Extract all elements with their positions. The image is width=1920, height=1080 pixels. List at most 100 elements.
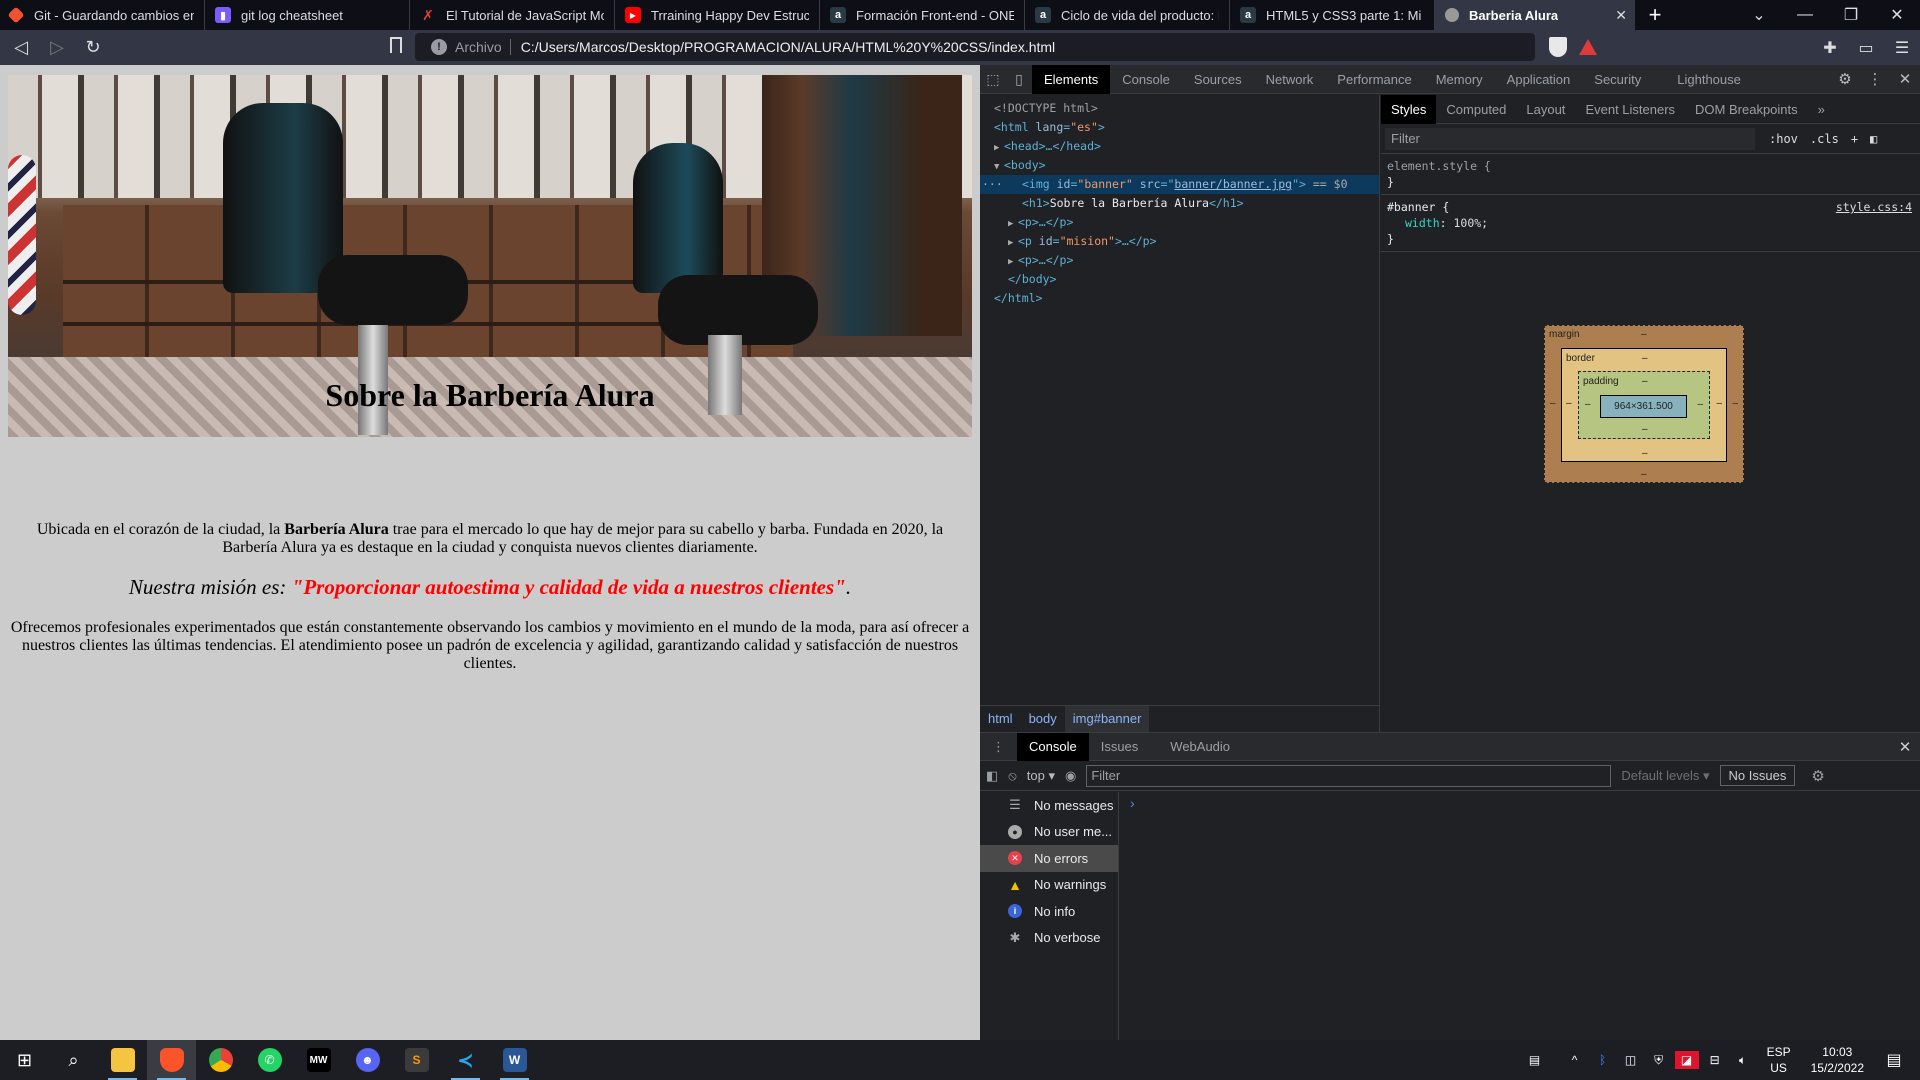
taskbar-word[interactable]: W	[490, 1040, 539, 1080]
tab-elements[interactable]: Elements	[1032, 64, 1111, 94]
tab-git-log[interactable]: ▮ git log cheatsheet	[205, 0, 410, 30]
tab-dom-breakpoints[interactable]: DOM Breakpoints	[1685, 95, 1808, 124]
wallet-icon[interactable]: ▭	[1848, 38, 1884, 58]
context-selector[interactable]: top ▾	[1027, 768, 1055, 784]
restore-icon[interactable]: ❐	[1828, 0, 1874, 30]
toggle-sidebar-icon[interactable]: ◧	[1870, 132, 1877, 146]
styles-filter-input[interactable]: Filter	[1385, 127, 1755, 150]
dom-img-banner-selected[interactable]: ··· <img id="banner" src="banner/banner.j…	[980, 175, 1379, 194]
info-icon[interactable]: !	[431, 39, 447, 55]
brave-shield-icon[interactable]	[1549, 37, 1567, 57]
dom-p-mision[interactable]: ▶ <p id="mision">…</p>	[980, 232, 1379, 251]
dom-html-close[interactable]: </html>	[980, 289, 1379, 308]
console-prompt-icon[interactable]: ›	[1130, 795, 1135, 811]
taskbar-whatsapp[interactable]: ✆	[245, 1040, 294, 1080]
show-sidebar-icon[interactable]: ◧	[986, 768, 998, 784]
tab-youtube[interactable]: ▶ Trraining Happy Dev Estructura 2	[615, 0, 820, 30]
start-button[interactable]: ⊞	[0, 1040, 49, 1080]
live-expression-eye-icon[interactable]: ◉	[1065, 768, 1076, 784]
hov-toggle[interactable]: :hov	[1769, 132, 1798, 146]
console-settings-gear-icon[interactable]: ⚙	[1811, 767, 1824, 785]
address-bar[interactable]: ! Archivo C:/Users/Marcos/Desktop/PROGRA…	[415, 33, 1597, 61]
device-toolbar-icon[interactable]: ▯	[1006, 71, 1032, 88]
element-style-rule[interactable]: element.style { }	[1381, 154, 1920, 195]
tab-styles[interactable]: Styles	[1381, 94, 1437, 124]
reload-icon[interactable]: ↻	[78, 33, 108, 63]
tab-lighthouse[interactable]: Lighthouse	[1653, 65, 1765, 94]
new-tab-button[interactable]: +	[1635, 0, 1675, 30]
network-icon[interactable]: ⊟	[1703, 1053, 1727, 1067]
taskbar-chrome[interactable]	[196, 1040, 245, 1080]
tab-layout[interactable]: Layout	[1516, 95, 1575, 124]
search-button[interactable]: ⌕	[49, 1040, 98, 1080]
style-source-link[interactable]: style.css:4	[1836, 199, 1912, 215]
close-devtools-icon[interactable]: ✕	[1890, 70, 1920, 88]
drawer-tab-issues[interactable]: Issues	[1089, 733, 1151, 761]
tab-performance[interactable]: Performance	[1325, 65, 1423, 94]
img-src-link[interactable]: banner/banner.jpg	[1174, 177, 1292, 191]
amd-icon[interactable]: ◪	[1674, 1051, 1699, 1069]
volume-icon[interactable]: 🔈︎	[1731, 1053, 1755, 1068]
dom-h1[interactable]: <h1>Sobre la Barbería Alura</h1>	[980, 194, 1379, 213]
menu-icon[interactable]: ☰	[1884, 38, 1920, 58]
sidebar-item-errors[interactable]: ✕ No errors	[980, 845, 1118, 872]
close-drawer-icon[interactable]: ✕	[1890, 738, 1920, 756]
taskbar-sublime[interactable]: S	[392, 1040, 441, 1080]
forward-icon[interactable]: ▷	[42, 33, 72, 63]
tab-event-listeners[interactable]: Event Listeners	[1575, 95, 1685, 124]
drawer-tab-console[interactable]: Console	[1017, 732, 1089, 761]
breadcrumb-body[interactable]: body	[1021, 706, 1065, 732]
clear-console-icon[interactable]: ⦸	[1008, 768, 1016, 784]
inspect-element-icon[interactable]: ⬚	[980, 71, 1006, 88]
close-window-icon[interactable]: ✕	[1874, 0, 1920, 30]
url-text[interactable]: C:/Users/Marcos/Desktop/PROGRAMACION/ALU…	[521, 39, 1055, 55]
tab-alura-ciclo[interactable]: a Ciclo de vida del producto: Proy	[1025, 0, 1230, 30]
banner-style-rule[interactable]: #banner { width: 100%; } style.css:4	[1381, 195, 1920, 252]
notifications-icon[interactable]: ▤	[1882, 1050, 1906, 1070]
tab-javascript-info[interactable]: ✗ El Tutorial de JavaScript Modern	[410, 0, 615, 30]
tab-security[interactable]: Security	[1582, 65, 1653, 94]
dom-html[interactable]: <html lang="es">	[980, 118, 1379, 137]
drawer-tab-webaudio[interactable]: WebAudio	[1150, 733, 1250, 761]
sidebar-item-warnings[interactable]: ▲ No warnings	[980, 872, 1118, 899]
tab-barberia-alura[interactable]: Barberia Alura ✕	[1435, 0, 1635, 30]
taskbar-file-explorer[interactable]	[98, 1040, 147, 1080]
new-rule-icon[interactable]: +	[1851, 132, 1858, 146]
dom-p[interactable]: ▶ <p>…</p>	[980, 213, 1379, 232]
language-indicator[interactable]: ESP US	[1767, 1044, 1791, 1076]
log-levels-dropdown[interactable]: Default levels ▾	[1621, 768, 1709, 784]
tab-console[interactable]: Console	[1110, 65, 1182, 94]
dom-body-close[interactable]: </body>	[980, 270, 1379, 289]
tab-git[interactable]: Git - Guardando cambios en el R	[0, 0, 205, 30]
close-tab-icon[interactable]: ✕	[1615, 7, 1627, 24]
sidebar-item-info[interactable]: i No info	[980, 898, 1118, 925]
dom-body[interactable]: ▼ <body>	[980, 156, 1379, 175]
show-hidden-icons[interactable]: ^	[1563, 1053, 1587, 1067]
brave-rewards-icon[interactable]	[1579, 39, 1597, 55]
bookmark-icon[interactable]	[390, 37, 402, 53]
no-issues-button[interactable]: No Issues	[1719, 765, 1796, 786]
news-icon[interactable]: ▤	[1523, 1053, 1547, 1067]
console-filter-input[interactable]: Filter	[1086, 764, 1612, 787]
sidebar-item-verbose[interactable]: ✱ No verbose	[980, 925, 1118, 952]
sidebar-item-user-messages[interactable]: ● No user me...	[980, 819, 1118, 846]
extensions-icon[interactable]: ✚	[1812, 38, 1848, 58]
tab-alura-html[interactable]: a HTML5 y CSS3 parte 1: Mi prime	[1230, 0, 1435, 30]
taskbar-mw-app[interactable]: MW	[294, 1040, 343, 1080]
dom-head[interactable]: ▶ <head>…</head>	[980, 137, 1379, 156]
more-tabs-icon[interactable]: »	[1808, 95, 1835, 124]
security-warning-icon[interactable]: ⛨	[1647, 1053, 1671, 1068]
settings-gear-icon[interactable]: ⚙	[1830, 70, 1860, 88]
more-options-icon[interactable]: ⋮	[1860, 70, 1890, 88]
tab-alura-formacion[interactable]: a Formación Front-end - ONE | Alu	[820, 0, 1025, 30]
clock[interactable]: 10:03 15/2/2022	[1811, 1044, 1864, 1076]
taskbar-brave[interactable]	[147, 1040, 196, 1080]
camera-icon[interactable]: ◫	[1619, 1053, 1643, 1067]
minimize-icon[interactable]: —	[1782, 0, 1828, 30]
back-icon[interactable]: ◁	[6, 33, 36, 63]
drawer-menu-icon[interactable]: ⋮	[980, 733, 1017, 761]
ellipsis-icon[interactable]: ···	[980, 175, 1022, 194]
tab-sources[interactable]: Sources	[1182, 65, 1254, 94]
bluetooth-icon[interactable]: ᛒ	[1591, 1053, 1615, 1067]
tab-application[interactable]: Application	[1495, 65, 1583, 94]
